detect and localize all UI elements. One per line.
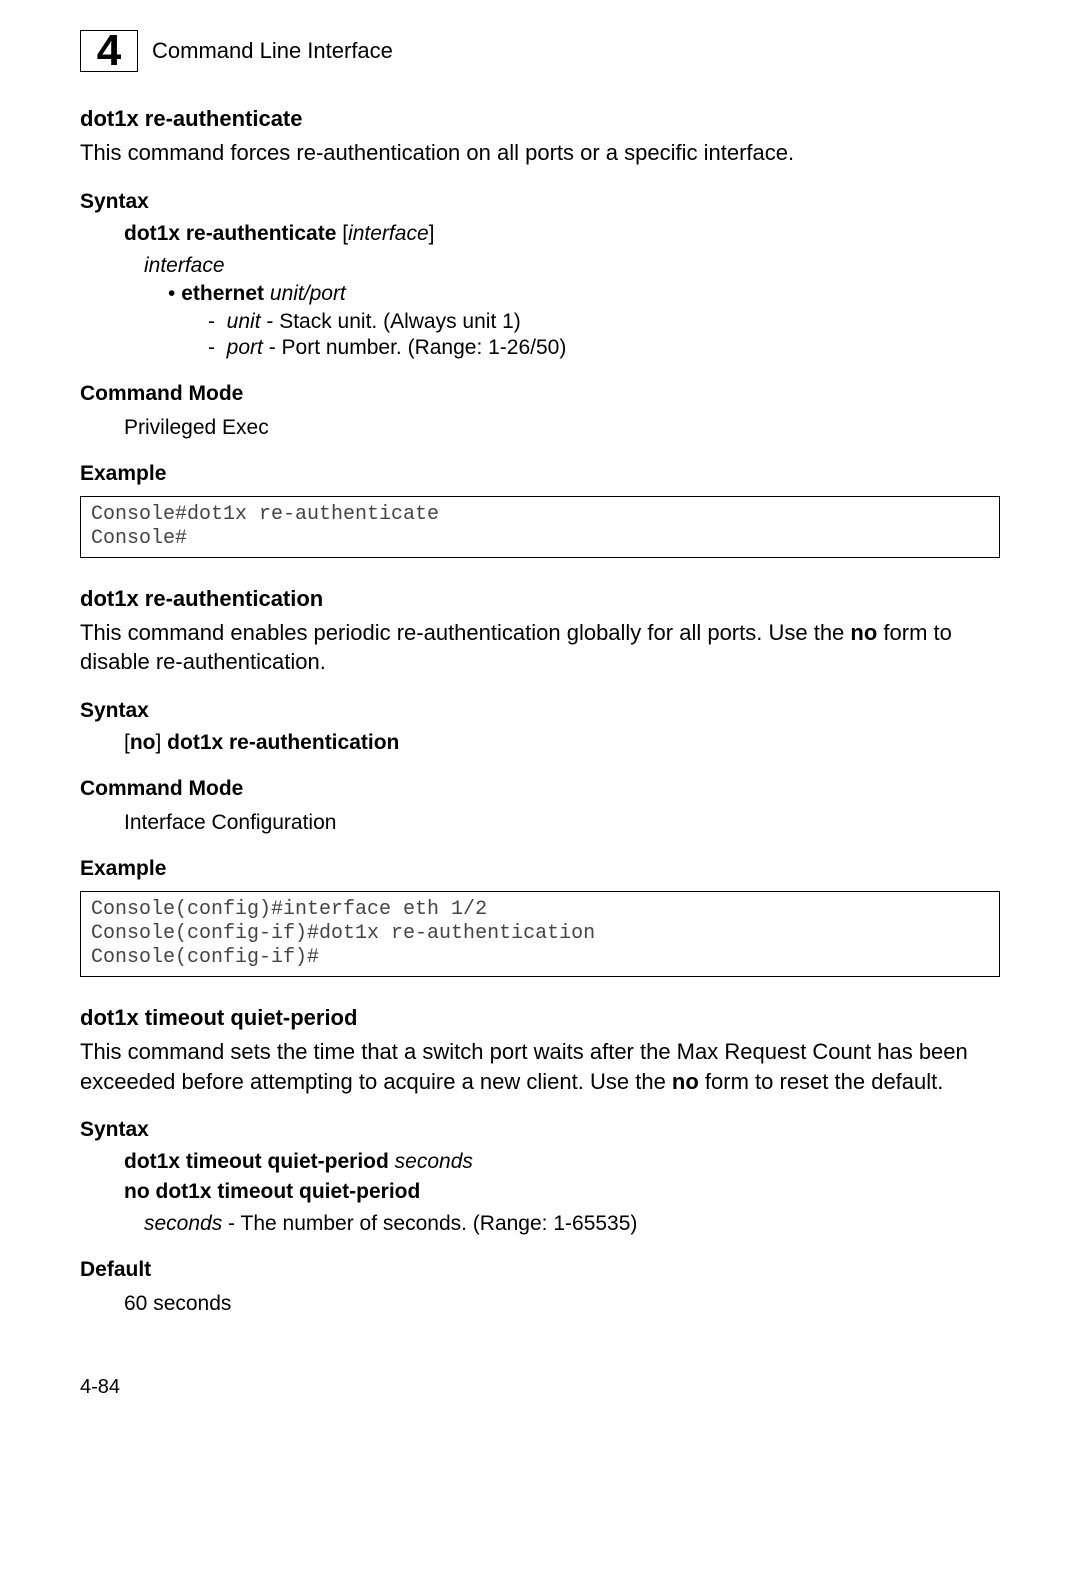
sec3-desc-bold: no (672, 1069, 699, 1094)
sec1-port-desc: - Port number. (Range: 1-26/50) (263, 336, 567, 359)
page-header: 4 Command Line Interface (80, 30, 1000, 72)
sec2-syntax-cmd: dot1x re-authentication (167, 731, 399, 754)
sec3-seconds-term: seconds (144, 1212, 222, 1235)
sec3-seconds-row: seconds - The number of seconds. (Range:… (144, 1212, 1000, 1236)
sec3-syntax-cmd1: dot1x timeout quiet-period (124, 1150, 389, 1173)
sec3-title: dot1x timeout quiet-period (80, 1005, 1000, 1031)
sec2-desc-bold: no (850, 620, 877, 645)
bracket-close: ] (429, 222, 435, 245)
sec2-syntax-no: no (130, 731, 156, 754)
sec1-title: dot1x re-authenticate (80, 106, 1000, 132)
sec3-seconds-desc: - The number of seconds. (Range: 1-65535… (222, 1212, 637, 1235)
sec3-syntax1: dot1x timeout quiet-period seconds (124, 1150, 1000, 1174)
sec2-desc: This command enables periodic re-authent… (80, 618, 1000, 677)
sec1-port-row: - port - Port number. (Range: 1-26/50) (208, 336, 1000, 360)
sec3-desc-b: form to reset the default. (699, 1069, 944, 1094)
sec2-mode-value: Interface Configuration (124, 811, 1000, 835)
sec1-desc: This command forces re-authentication on… (80, 138, 1000, 168)
chapter-number-icon: 4 (80, 30, 138, 72)
sec3-default-value: 60 seconds (124, 1292, 1000, 1316)
sec1-ethernet-row: ethernet unit/port (168, 282, 1000, 306)
sec1-example-label: Example (80, 462, 1000, 486)
sec1-syntax-label: Syntax (80, 190, 1000, 214)
sec1-syntax-cmd: dot1x re-authenticate (124, 222, 336, 245)
sec2-desc-a: This command enables periodic re-authent… (80, 620, 850, 645)
sec1-unit-row: - unit - Stack unit. (Always unit 1) (208, 310, 1000, 334)
sec3-syntax-label: Syntax (80, 1118, 1000, 1142)
sec1-mode-label: Command Mode (80, 382, 1000, 406)
page-number: 4-84 (80, 1376, 1000, 1399)
sec1-eth-label: ethernet (181, 282, 264, 305)
sec1-unit-term: unit (227, 310, 261, 333)
sec1-param-interface: interface (144, 254, 1000, 278)
page-title: Command Line Interface (152, 38, 393, 64)
sec2-example-label: Example (80, 857, 1000, 881)
sec1-unit-desc: - Stack unit. (Always unit 1) (261, 310, 521, 333)
page-content: 4 Command Line Interface dot1x re-authen… (0, 0, 1080, 1439)
bracket-close: ] (156, 731, 168, 754)
sec2-example-code: Console(config)#interface eth 1/2 Consol… (80, 891, 1000, 977)
sec3-syntax2: no dot1x timeout quiet-period (124, 1180, 1000, 1204)
sec1-syntax: dot1x re-authenticate [interface] (124, 222, 1000, 246)
sec2-mode-label: Command Mode (80, 777, 1000, 801)
sec1-syntax-arg: interface (348, 222, 429, 245)
sec2-syntax-label: Syntax (80, 699, 1000, 723)
sec3-syntax-arg1: seconds (395, 1150, 473, 1173)
sec2-title: dot1x re-authentication (80, 586, 1000, 612)
sec1-mode-value: Privileged Exec (124, 416, 1000, 440)
sec2-syntax: [no] dot1x re-authentication (124, 731, 1000, 755)
sec1-example-code: Console#dot1x re-authenticate Console# (80, 496, 1000, 558)
sec1-eth-arg: unit/port (270, 282, 346, 305)
sec3-default-label: Default (80, 1258, 1000, 1282)
sec1-port-term: port (227, 336, 263, 359)
sec3-desc: This command sets the time that a switch… (80, 1037, 1000, 1096)
